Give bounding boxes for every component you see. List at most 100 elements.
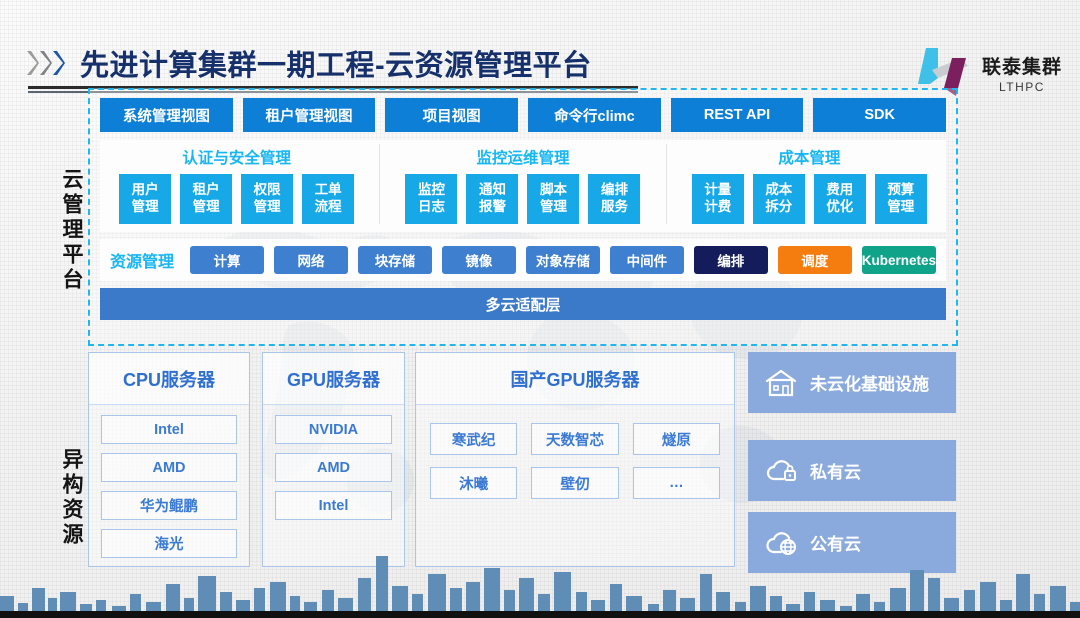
tile-line-1: 工单 — [314, 182, 342, 198]
group-tiles: 用户 管理 租户 管理 权限 管理 工单 流程 — [119, 174, 355, 224]
brand-name-en: LTHPC — [999, 80, 1045, 94]
group-tile[interactable]: 计量 计费 — [691, 174, 744, 224]
resource-tile[interactable]: 对象存储 — [525, 246, 600, 274]
tile-line-1: 成本 — [765, 182, 793, 198]
tile-line-2: 管理 — [253, 199, 281, 214]
group-tile[interactable]: 脚本 管理 — [527, 174, 580, 224]
tile-line-2: 日志 — [417, 199, 445, 214]
resource-tile[interactable]: Kubernetes — [861, 246, 937, 274]
management-groups-band: 认证与安全管理 用户 管理 租户 管理 权限 管理 工单 流程 监控运维管理 监控 日志 通知 报警 脚本管… — [100, 140, 946, 232]
resource-management-title: 资源管理 — [110, 254, 175, 271]
resource-tile[interactable]: 计算 — [190, 246, 264, 274]
side-label-cloud-platform: 云管理平台 — [60, 167, 83, 293]
topnav-tile[interactable]: 系统管理视图 — [100, 98, 233, 132]
card-private-cloud[interactable]: 私有云 — [748, 440, 956, 501]
tile-line-2: 优化 — [826, 199, 854, 214]
topnav-tile[interactable]: 命令行climc — [528, 98, 661, 132]
tile-line-2: 管理 — [887, 199, 915, 214]
tile-line-2: 管理 — [539, 199, 567, 214]
domestic-gpu-server-title: 国产GPU服务器 — [416, 353, 734, 405]
vendor-chip[interactable]: … — [632, 467, 720, 499]
group-tile[interactable]: 编排 服务 — [588, 174, 641, 224]
card-label: 未云化基础设施 — [810, 375, 929, 394]
domestic-gpu-server-column: 国产GPU服务器 寒武纪 天数智芯 燧原沐曦 壁仞 … — [415, 352, 735, 567]
tile-line-1: 费用 — [826, 182, 854, 198]
cloud-management-panel: 系统管理视图 租户管理视图 项目视图 命令行climc REST API SDK 认证与安… — [88, 88, 958, 346]
resource-tile[interactable]: 网络 — [273, 246, 348, 274]
group-tile[interactable]: 通知 报警 — [466, 174, 519, 224]
resource-tiles: 计算 网络 块存储 镜像 对象存储 中间件 编排 调度 Kubernetes — [190, 246, 937, 274]
gpu-vendor-chips: NVIDIA AMD Intel — [263, 405, 404, 530]
brand-name-cn: 联泰集群 — [981, 57, 1062, 78]
page-header: 先进计算集群一期工程-云资源管理平台 联泰集群 LTHPC — [0, 18, 1080, 96]
domestic-gpu-vendor-chips: 寒武纪 天数智芯 燧原沐曦 壁仞 … — [416, 405, 734, 517]
double-chevron-right-icon — [26, 50, 65, 76]
ground-bar — [0, 611, 1080, 618]
group-tile[interactable]: 成本 拆分 — [752, 174, 805, 224]
top-navigation-row: 系统管理视图 租户管理视图 项目视图 命令行climc REST API SDK — [100, 98, 947, 132]
topnav-tile[interactable]: SDK — [813, 98, 947, 132]
tile-line-2: 计费 — [704, 199, 732, 214]
tile-line-2: 报警 — [478, 199, 506, 214]
multicloud-adaptation-layer[interactable]: 多云适配层 — [100, 288, 946, 320]
group-tile[interactable]: 工单 流程 — [302, 174, 355, 224]
group-tile[interactable]: 预算 管理 — [874, 174, 927, 224]
vendor-chip[interactable]: 天数智芯 — [531, 423, 619, 455]
group-title: 认证与安全管理 — [182, 150, 291, 167]
cpu-server-column: CPU服务器 Intel AMD 华为鲲鹏 海光 — [88, 352, 250, 567]
cpu-server-title: CPU服务器 — [89, 353, 249, 405]
resource-tile[interactable]: 中间件 — [609, 246, 684, 274]
tile-line-2: 管理 — [131, 199, 159, 214]
tile-line-1: 预算 — [887, 182, 915, 198]
tile-line-2: 拆分 — [765, 199, 793, 214]
vendor-chip[interactable]: 华为鲲鹏 — [101, 491, 237, 520]
management-group: 监控运维管理 监控 日志 通知 报警 脚本 管理 编排 服务 — [394, 144, 651, 224]
cloud-lock-icon — [766, 459, 796, 481]
topnav-tile[interactable]: REST API — [670, 98, 804, 132]
tile-line-2: 管理 — [192, 199, 220, 214]
vendor-chip[interactable]: 寒武纪 — [430, 423, 518, 455]
vendor-chip[interactable]: Intel — [275, 491, 392, 520]
resource-tile[interactable]: 编排 — [693, 246, 768, 274]
vendor-chip[interactable]: AMD — [275, 453, 392, 482]
city-skyline-decoration — [0, 556, 1080, 618]
gpu-server-title: GPU服务器 — [263, 353, 404, 405]
topnav-tile[interactable]: 租户管理视图 — [242, 98, 376, 132]
tile-line-1: 编排 — [600, 182, 628, 198]
card-non-cloud-infrastructure[interactable]: 未云化基础设施 — [748, 352, 956, 413]
group-divider — [665, 144, 667, 224]
resource-tile[interactable]: 块存储 — [357, 246, 432, 274]
resource-tile[interactable]: 调度 — [777, 246, 852, 274]
group-tile[interactable]: 权限 管理 — [241, 174, 294, 224]
vendor-chip[interactable]: 壁仞 — [531, 467, 619, 499]
topnav-tile[interactable]: 项目视图 — [385, 98, 519, 132]
group-title: 成本管理 — [778, 150, 841, 167]
tile-line-1: 脚本 — [539, 182, 567, 198]
resource-management-row: 资源管理 计算 网络 块存储 镜像 对象存储 中间件 编排 调度 Kubernetes — [100, 239, 946, 281]
group-tile[interactable]: 用户 管理 — [119, 174, 172, 224]
page-title: 先进计算集群一期工程-云资源管理平台 — [80, 50, 592, 82]
tile-line-1: 用户 — [131, 182, 159, 198]
tile-line-2: 流程 — [314, 199, 342, 214]
group-tiles: 计量 计费 成本 拆分 费用 优化 预算 管理 — [691, 174, 927, 224]
group-tiles: 监控 日志 通知 报警 脚本 管理 编排 服务 — [405, 174, 641, 224]
vendor-chip[interactable]: 沐曦 — [430, 467, 518, 499]
resource-tile[interactable]: 镜像 — [441, 246, 516, 274]
tile-line-1: 监控 — [417, 182, 445, 198]
vendor-chip[interactable]: AMD — [101, 453, 237, 482]
group-tile[interactable]: 监控 日志 — [405, 174, 458, 224]
tile-line-2: 服务 — [600, 199, 628, 214]
vendor-chip[interactable]: NVIDIA — [275, 415, 392, 444]
group-divider — [379, 144, 381, 224]
card-label: 私有云 — [810, 463, 861, 482]
group-tile[interactable]: 费用 优化 — [813, 174, 866, 224]
management-group: 成本管理 计量 计费 成本 拆分 费用 优化 预算 管理 — [681, 144, 938, 224]
vendor-chip[interactable]: 燧原 — [632, 423, 720, 455]
tile-line-1: 计量 — [704, 182, 732, 198]
vendor-chip[interactable]: Intel — [101, 415, 237, 444]
tile-line-1: 通知 — [478, 182, 506, 198]
tile-line-1: 权限 — [253, 182, 281, 198]
building-house-icon — [765, 369, 797, 396]
group-title: 监控运维管理 — [476, 150, 570, 167]
group-tile[interactable]: 租户 管理 — [180, 174, 233, 224]
